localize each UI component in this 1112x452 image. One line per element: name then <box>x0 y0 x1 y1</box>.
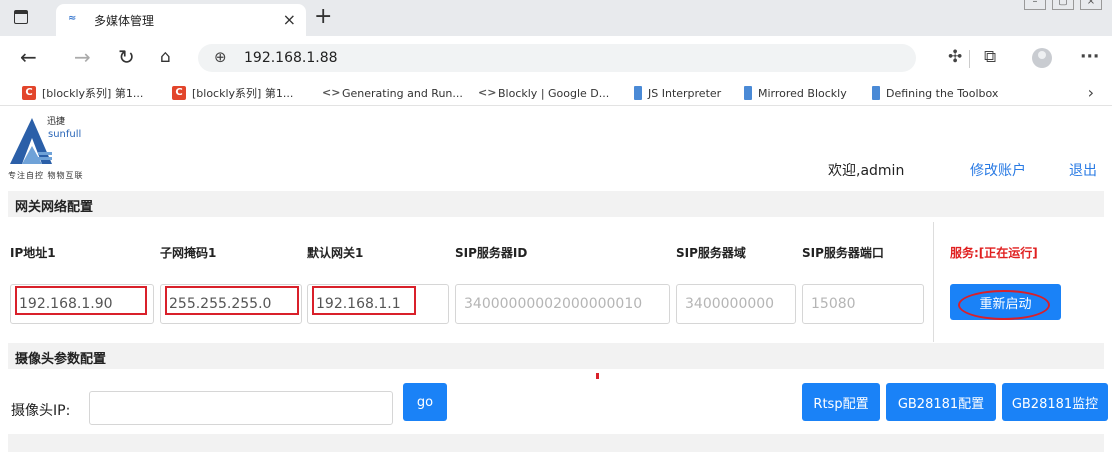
sip-server-domain-field[interactable] <box>676 284 796 324</box>
restart-button[interactable]: 重新启动 <box>950 284 1061 320</box>
logo-text-cn: 迅捷 <box>47 117 66 127</box>
site-info-icon[interactable]: ⊕ <box>214 48 227 66</box>
camera-ip-label: 摄像头IP: <box>11 403 71 419</box>
window-controls: – ▢ × <box>1024 0 1102 10</box>
next-section-bar <box>8 434 1104 452</box>
tab-title: 多媒体管理 <box>94 14 155 28</box>
gb28181-monitor-button[interactable]: GB28181监控 <box>1002 383 1108 421</box>
bookmark-item[interactable]: <> Blockly | Google D... <box>478 84 609 102</box>
logo-tagline: 专注自控 物物互联 <box>8 171 84 180</box>
url-text: 192.168.1.88 <box>244 50 338 66</box>
more-menu-icon[interactable]: ··· <box>1080 46 1099 68</box>
default-gateway-label: 默认网关1 <box>307 246 364 260</box>
section-title: 摄像头参数配置 <box>15 352 107 367</box>
column-divider <box>933 222 934 342</box>
chevron-right-icon[interactable]: › <box>1088 83 1094 102</box>
doc-favicon-icon <box>872 86 880 100</box>
url-field[interactable]: ⊕ 192.168.1.88 <box>198 44 916 72</box>
bookmark-label: [blockly系列] 第1... <box>42 87 144 100</box>
subnet-mask-field[interactable] <box>160 284 302 324</box>
bookmark-item[interactable]: <> Generating and Run... <box>322 84 463 102</box>
refresh-icon[interactable]: ↻ <box>118 45 135 69</box>
sip-server-id-label: SIP服务器ID <box>455 246 528 260</box>
ip-address-field[interactable] <box>10 284 154 324</box>
sip-server-domain-label: SIP服务器域 <box>676 246 746 260</box>
welcome-text: 欢迎,admin <box>828 163 905 179</box>
sip-server-id-field[interactable] <box>455 284 670 324</box>
minimize-icon[interactable]: – <box>1024 0 1046 10</box>
forward-icon[interactable]: → <box>74 45 91 69</box>
gateway-section-header: 网关网络配置 <box>8 191 1104 217</box>
bookmark-label: JS Interpreter <box>648 86 722 100</box>
back-icon[interactable]: ← <box>20 45 37 69</box>
tab-close-icon[interactable]: × <box>283 10 296 29</box>
bookmark-label: [blockly系列] 第1... <box>192 87 294 100</box>
bookmark-label: Blockly | Google D... <box>498 86 610 100</box>
new-tab-icon[interactable]: + <box>314 4 332 30</box>
address-bar-row: ← → ↻ ⌂ ⊕ 192.168.1.88 ✣ ⧉ ··· <box>0 36 1112 80</box>
change-account-link[interactable]: 修改账户 <box>970 160 1026 180</box>
go-button[interactable]: go <box>403 383 447 421</box>
bookmark-item[interactable]: Mirrored Blockly <box>744 84 847 102</box>
logo-text-en: sunfull <box>48 129 82 140</box>
default-gateway-field[interactable] <box>307 284 449 324</box>
bookmark-item[interactable]: Defining the Toolbox <box>872 84 998 102</box>
bookmark-item[interactable]: JS Interpreter <box>634 84 721 102</box>
ip-label: IP地址1 <box>10 246 56 260</box>
sip-server-port-label: SIP服务器端口 <box>802 246 884 260</box>
bookmarks-bar: C [blockly系列] 第1... C [blockly系列] 第1... … <box>0 80 1112 106</box>
subnet-mask-label: 子网掩码1 <box>160 246 217 260</box>
profile-avatar[interactable] <box>1032 48 1052 68</box>
bookmark-item[interactable]: C [blockly系列] 第1... <box>22 84 143 102</box>
bookmark-favicon-icon: C <box>172 86 186 100</box>
close-window-icon[interactable]: × <box>1080 0 1102 10</box>
home-icon[interactable]: ⌂ <box>160 45 171 69</box>
section-title: 网关网络配置 <box>15 200 94 215</box>
bookmark-item[interactable]: C [blockly系列] 第1... <box>172 84 293 102</box>
extensions-icon[interactable]: ✣ <box>948 46 962 68</box>
logo-mark-icon <box>10 118 52 164</box>
site-favicon-icon: ≈ <box>68 13 77 24</box>
company-logo: 迅捷 sunfull 专注自控 物物互联 <box>8 112 118 182</box>
browser-tab[interactable]: ≈ 多媒体管理 × <box>56 4 306 36</box>
bookmark-label: Generating and Run... <box>342 86 463 100</box>
logout-link[interactable]: 退出 <box>1069 160 1097 180</box>
gb28181-config-button[interactable]: GB28181配置 <box>886 383 996 421</box>
camera-section-header: 摄像头参数配置 <box>8 343 1104 369</box>
doc-favicon-icon <box>634 86 642 100</box>
code-favicon-icon: <> <box>322 86 341 99</box>
browser-tab-bar: ≈ 多媒体管理 × + – ▢ × <box>0 0 1112 36</box>
sip-server-port-field[interactable] <box>802 284 924 324</box>
collections-icon[interactable]: ⧉ <box>984 46 996 68</box>
bookmark-favicon-icon: C <box>22 86 36 100</box>
code-favicon-icon: <> <box>478 86 497 99</box>
toolbar-divider <box>969 50 970 68</box>
red-mark <box>596 373 599 379</box>
camera-ip-input[interactable] <box>89 391 393 425</box>
bookmark-label: Mirrored Blockly <box>758 86 847 100</box>
bookmark-label: Defining the Toolbox <box>886 86 999 100</box>
service-status: 服务:[正在运行] <box>950 246 1038 260</box>
doc-favicon-icon <box>744 86 752 100</box>
tab-actions-icon[interactable] <box>14 10 28 24</box>
rtsp-config-button[interactable]: Rtsp配置 <box>802 383 880 421</box>
maximize-icon[interactable]: ▢ <box>1052 0 1074 10</box>
